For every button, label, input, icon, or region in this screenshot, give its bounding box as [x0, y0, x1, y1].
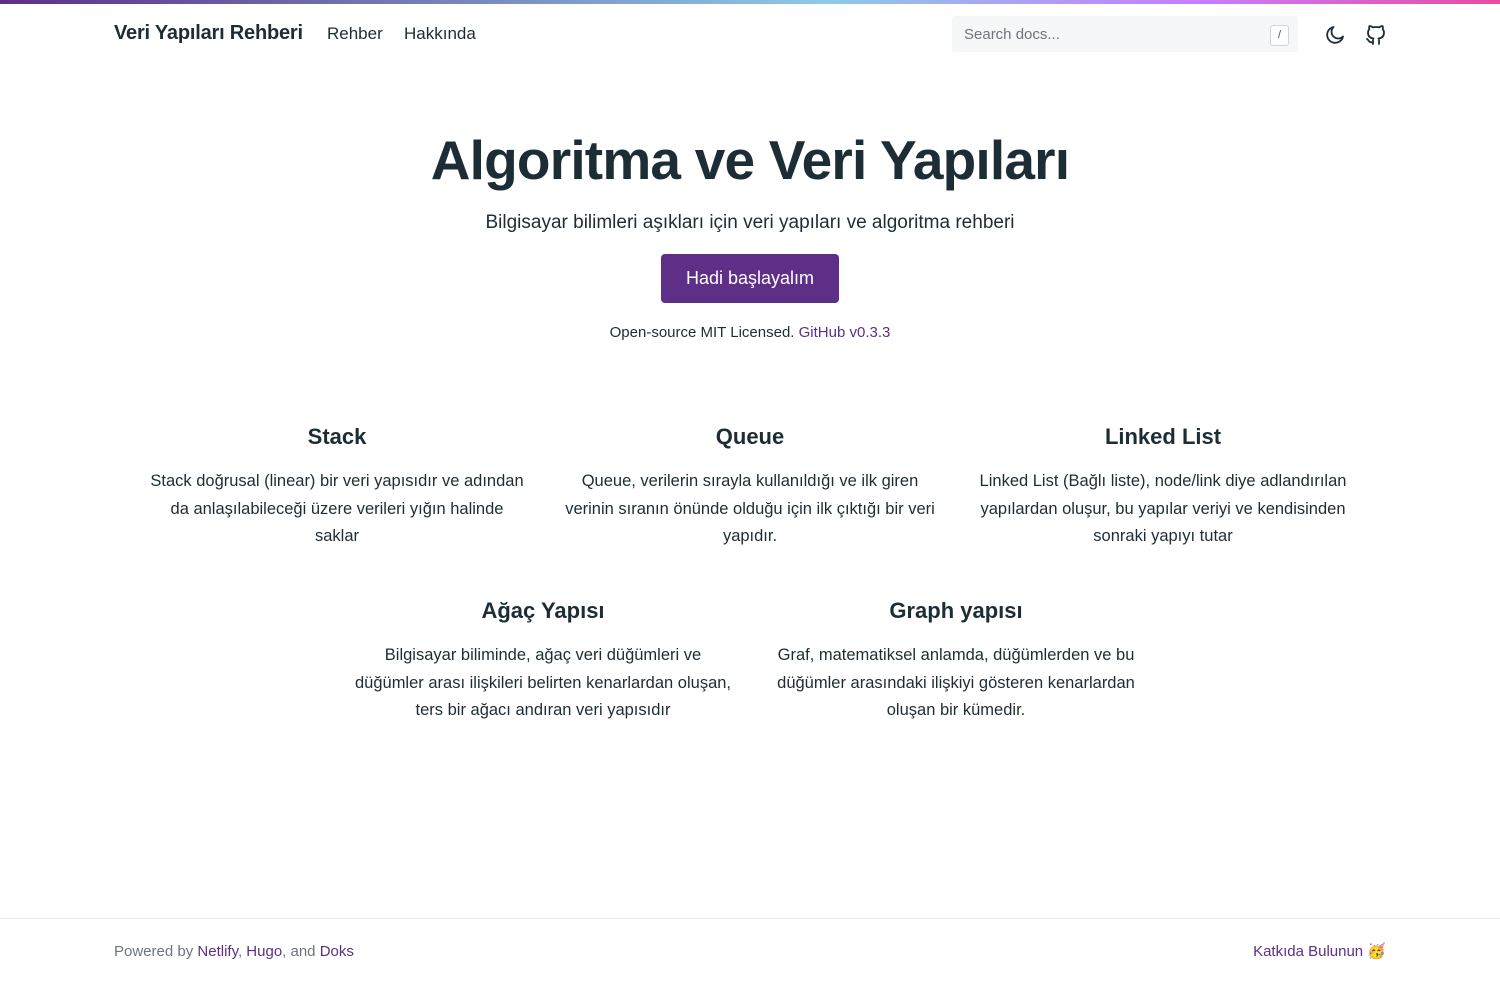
feature-title: Ağaç Yapısı — [481, 598, 605, 623]
feature-title: Stack — [307, 424, 367, 449]
powered-prefix: Powered by — [114, 943, 194, 960]
feature-tree: Ağaç Yapısı Bilgisayar biliminde, ağaç v… — [353, 596, 733, 725]
feature-graph: Graph yapısı Graf, matematiksel anlamda,… — [766, 596, 1146, 725]
feature-text: Queue, verilerin sırayla kullanıldığı ve… — [565, 472, 935, 545]
footer-link-hugo[interactable]: Hugo — [246, 943, 282, 960]
feature-text: Stack doğrusal (linear) bir veri yapısıd… — [150, 472, 524, 545]
feature-stack: Stack Stack doğrusal (linear) bir veri y… — [147, 422, 527, 551]
get-started-button[interactable]: Hadi başlayalım — [660, 254, 840, 303]
search-shortcut-key: / — [1270, 25, 1289, 46]
github-version-link[interactable]: GitHub v0.3.3 — [799, 324, 891, 341]
feature-queue: Queue Queue, verilerin sırayla kullanıld… — [560, 422, 940, 551]
site-header: Veri Yapıları Rehberi Rehber Hakkında / — [0, 4, 1500, 64]
page-title: Algoritma ve Veri Yapıları — [430, 129, 1070, 191]
feature-title: Graph yapısı — [889, 598, 1023, 623]
nav-item-rehber[interactable]: Rehber — [327, 24, 383, 44]
feature-title: Linked List — [1104, 424, 1222, 449]
footer-separator: , and — [282, 943, 316, 960]
feature-text: Bilgisayar biliminde, ağaç veri düğümler… — [354, 646, 732, 719]
powered-by: Powered by Netlify, Hugo, and Doks — [114, 943, 354, 960]
feature-linked-list: Linked List Linked List (Bağlı liste), n… — [973, 422, 1353, 551]
feature-text: Graf, matematiksel anlamda, düğümlerden … — [777, 646, 1135, 719]
brand-logo[interactable]: Veri Yapıları Rehberi — [114, 22, 303, 45]
contribute-link[interactable]: Katkıda Bulunun 🥳 — [1253, 942, 1386, 960]
hero-section: Algoritma ve Veri Yapıları Bilgisayar bi… — [0, 120, 1500, 341]
moon-icon[interactable] — [1323, 23, 1347, 47]
search-box: / — [952, 16, 1298, 52]
search-input[interactable] — [952, 16, 1298, 52]
feature-text: Linked List (Bağlı liste), node/link diy… — [979, 472, 1347, 545]
footer-separator: , — [237, 943, 243, 960]
hero-lead: Bilgisayar bilimleri aşıkları için veri … — [485, 212, 1015, 233]
github-icon[interactable] — [1364, 23, 1388, 47]
license-text: Open-source MIT Licensed. — [609, 324, 795, 341]
nav-item-hakkinda[interactable]: Hakkında — [404, 24, 476, 44]
footer-link-doks[interactable]: Doks — [320, 943, 354, 960]
license-line: Open-source MIT Licensed. GitHub v0.3.3 — [0, 324, 1500, 341]
footer-link-netlify[interactable]: Netlify — [197, 943, 238, 960]
site-footer: Powered by Netlify, Hugo, and Doks Katkı… — [0, 918, 1500, 1000]
feature-title: Queue — [715, 424, 785, 449]
